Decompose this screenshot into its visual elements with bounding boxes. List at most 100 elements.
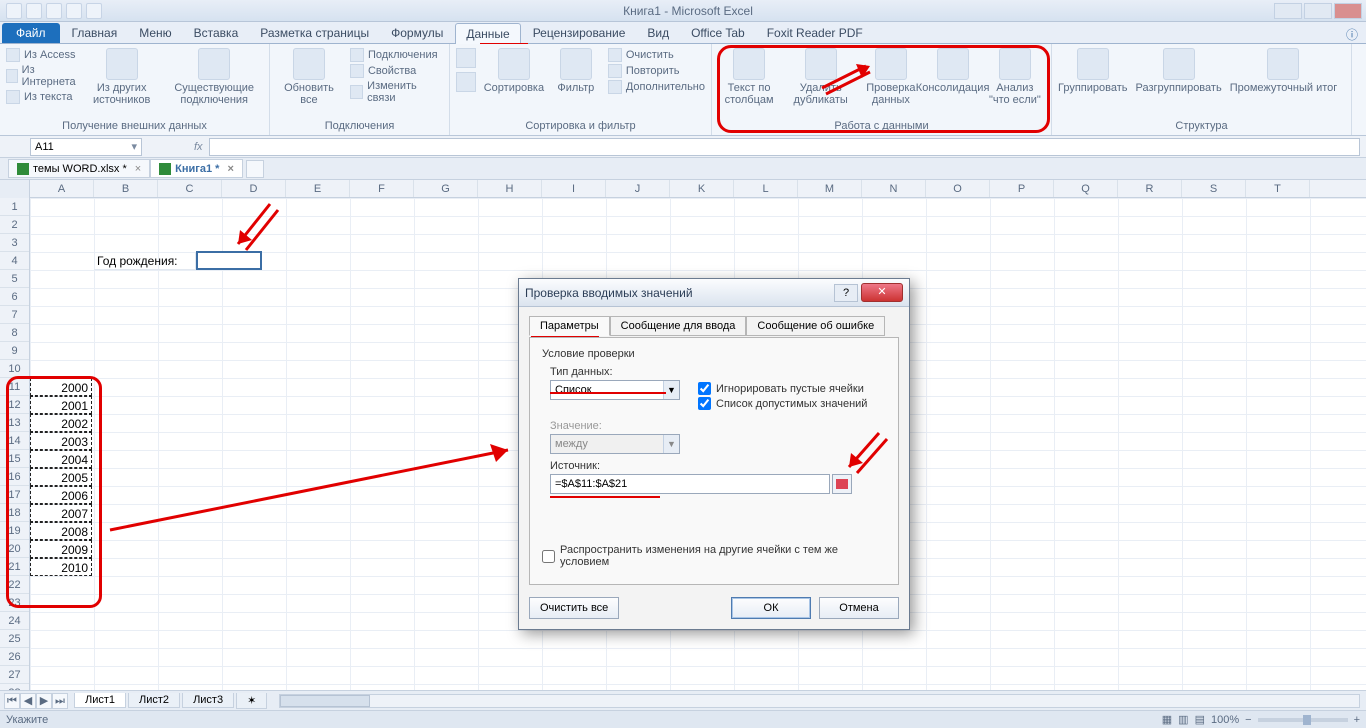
column-header[interactable]: C [158, 180, 222, 197]
cell-year[interactable]: 2000 [30, 378, 92, 396]
new-sheet-button[interactable]: ✶ [236, 693, 267, 709]
close-button[interactable] [1334, 3, 1362, 19]
row-header[interactable]: 9 [0, 342, 29, 360]
name-box[interactable]: A11 ▾ [30, 138, 142, 156]
row-header[interactable]: 5 [0, 270, 29, 288]
close-doc-tab-icon[interactable]: × [131, 163, 141, 175]
column-header[interactable]: D [222, 180, 286, 197]
from-other-sources-button[interactable]: Из других источников [86, 48, 157, 106]
refresh-all-button[interactable]: Обновить все [276, 48, 342, 106]
sheet-tab-3[interactable]: Лист3 [182, 693, 234, 708]
properties-button[interactable]: Свойства [350, 64, 443, 78]
tab-data[interactable]: Данные [455, 23, 520, 44]
cell-year[interactable]: 2002 [30, 414, 92, 432]
cell-year[interactable]: 2010 [30, 558, 92, 576]
sheet-tab-1[interactable]: Лист1 [74, 693, 126, 708]
existing-connections-button[interactable]: Существующие подключения [165, 48, 263, 106]
qa-more-icon[interactable] [86, 3, 102, 19]
column-header[interactable]: S [1182, 180, 1246, 197]
cell-year[interactable]: 2003 [30, 432, 92, 450]
row-header[interactable]: 25 [0, 630, 29, 648]
consolidate-button[interactable]: Консолидация [928, 48, 976, 94]
row-header[interactable]: 2 [0, 216, 29, 234]
chevron-down-icon[interactable]: ▼ [663, 381, 679, 399]
row-header[interactable]: 27 [0, 666, 29, 684]
row-header[interactable]: 1 [0, 198, 29, 216]
zoom-slider[interactable] [1258, 718, 1348, 722]
advanced-filter-button[interactable]: Дополнительно [608, 80, 705, 94]
row-header[interactable]: 14 [0, 432, 29, 450]
clear-filter-button[interactable]: Очистить [608, 48, 705, 62]
in-cell-dropdown-checkbox[interactable]: Список допустимых значений [698, 397, 867, 410]
fx-icon[interactable]: fx [194, 141, 203, 153]
row-header[interactable]: 22 [0, 576, 29, 594]
cell-year[interactable]: 2004 [30, 450, 92, 468]
zoom-value[interactable]: 100% [1211, 714, 1239, 726]
row-header[interactable]: 16 [0, 468, 29, 486]
column-header[interactable]: M [798, 180, 862, 197]
doc-tab-book1[interactable]: Книга1 * × [150, 159, 243, 178]
dialog-titlebar[interactable]: Проверка вводимых значений ? ✕ [519, 279, 909, 307]
column-header[interactable]: F [350, 180, 414, 197]
view-break-icon[interactable]: ▤ [1195, 713, 1205, 726]
edit-links-button[interactable]: Изменить связи [350, 80, 443, 104]
row-header[interactable]: 11 [0, 378, 29, 396]
cancel-button[interactable]: Отмена [819, 597, 899, 619]
add-doc-tab-button[interactable] [246, 160, 264, 178]
cell-year[interactable]: 2001 [30, 396, 92, 414]
tab-formulas[interactable]: Формулы [381, 23, 453, 43]
row-header[interactable]: 21 [0, 558, 29, 576]
view-normal-icon[interactable]: ▦ [1162, 713, 1172, 726]
dialog-help-button[interactable]: ? [834, 284, 858, 302]
qa-undo-icon[interactable] [46, 3, 62, 19]
tab-review[interactable]: Рецензирование [523, 23, 636, 43]
clear-all-button[interactable]: Очистить все [529, 597, 619, 619]
column-header[interactable]: G [414, 180, 478, 197]
name-box-dropdown-icon[interactable]: ▾ [131, 140, 137, 153]
sheet-nav-next[interactable]: ▶ [36, 693, 52, 709]
doc-tab-word[interactable]: темы WORD.xlsx * × [8, 159, 150, 178]
row-header[interactable]: 24 [0, 612, 29, 630]
file-tab[interactable]: Файл [2, 23, 60, 43]
cell-year[interactable]: 2006 [30, 486, 92, 504]
group-button[interactable]: Группировать [1058, 48, 1128, 94]
row-header[interactable]: 13 [0, 414, 29, 432]
filter-button[interactable]: Фильтр [552, 48, 600, 94]
column-header[interactable]: E [286, 180, 350, 197]
column-header[interactable]: B [94, 180, 158, 197]
tab-menu[interactable]: Меню [129, 23, 181, 43]
cell-year[interactable]: 2009 [30, 540, 92, 558]
from-text-button[interactable]: Из текста [6, 90, 78, 104]
tab-pagelayout[interactable]: Разметка страницы [250, 23, 379, 43]
reapply-button[interactable]: Повторить [608, 64, 705, 78]
remove-duplicates-button[interactable]: Удалить дубликаты [788, 48, 853, 106]
row-header[interactable]: 23 [0, 594, 29, 612]
column-header[interactable]: A [30, 180, 94, 197]
row-header[interactable]: 17 [0, 486, 29, 504]
minimize-button[interactable] [1274, 3, 1302, 19]
dialog-tab-error-msg[interactable]: Сообщение об ошибке [746, 316, 885, 336]
text-to-columns-button[interactable]: Текст по столбцам [718, 48, 780, 106]
column-header[interactable]: P [990, 180, 1054, 197]
from-web-button[interactable]: Из Интернета [6, 64, 78, 88]
range-picker-button[interactable] [832, 474, 852, 494]
dialog-tab-input-msg[interactable]: Сообщение для ввода [610, 316, 747, 336]
apply-others-checkbox[interactable]: Распространить изменения на другие ячейк… [542, 544, 886, 568]
zoom-out-button[interactable]: − [1245, 714, 1251, 726]
row-header[interactable]: 3 [0, 234, 29, 252]
cell-year[interactable]: 2005 [30, 468, 92, 486]
zoom-in-button[interactable]: + [1354, 714, 1360, 726]
row-header[interactable]: 8 [0, 324, 29, 342]
row-header[interactable]: 6 [0, 288, 29, 306]
type-combo[interactable]: Список ▼ [550, 380, 680, 400]
formula-bar[interactable] [209, 138, 1360, 156]
cell-b4[interactable]: Год рождения: [94, 252, 196, 270]
select-all-corner[interactable] [0, 180, 30, 198]
column-header[interactable]: H [478, 180, 542, 197]
row-header[interactable]: 12 [0, 396, 29, 414]
close-doc-tab-icon[interactable]: × [223, 163, 233, 175]
column-header[interactable]: L [734, 180, 798, 197]
dialog-tab-params[interactable]: Параметры [529, 316, 610, 336]
sheet-tab-2[interactable]: Лист2 [128, 693, 180, 708]
tab-insert[interactable]: Вставка [184, 23, 249, 43]
